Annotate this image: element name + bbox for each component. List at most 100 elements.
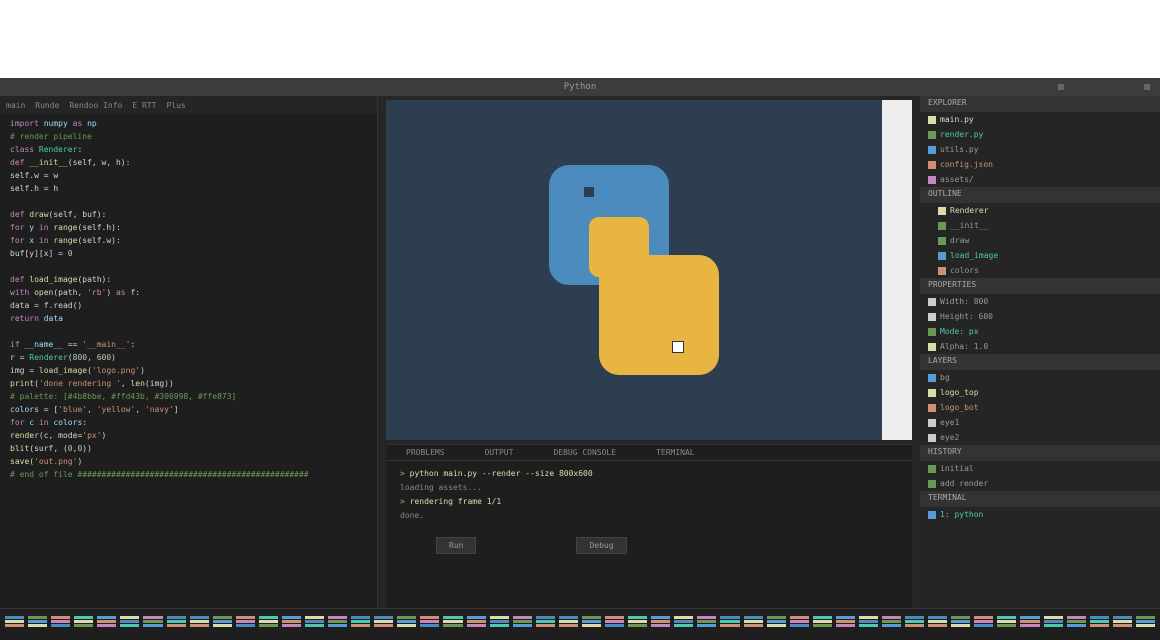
code-line[interactable]: if __name__ == '__main__': bbox=[10, 339, 367, 351]
panel-item[interactable]: initial bbox=[920, 461, 1160, 476]
panel-item[interactable]: add render bbox=[920, 476, 1160, 491]
code-line[interactable] bbox=[10, 261, 367, 273]
panel-item[interactable]: logo_top bbox=[920, 385, 1160, 400]
timeline-thumbnail[interactable] bbox=[858, 615, 879, 635]
timeline-thumbnail[interactable] bbox=[950, 615, 971, 635]
timeline-thumbnail[interactable] bbox=[927, 615, 948, 635]
code-line[interactable]: class Renderer: bbox=[10, 144, 367, 156]
panel-item[interactable]: main.py bbox=[920, 112, 1160, 127]
timeline-thumbnail[interactable] bbox=[50, 615, 71, 635]
timeline-thumbnail[interactable] bbox=[73, 615, 94, 635]
panel-item[interactable]: utils.py bbox=[920, 142, 1160, 157]
code-line[interactable]: data = f.read() bbox=[10, 300, 367, 312]
panel-terminal-header[interactable]: TERMINAL bbox=[920, 491, 1160, 507]
timeline-thumbnail[interactable] bbox=[96, 615, 117, 635]
code-line[interactable]: return data bbox=[10, 313, 367, 325]
timeline-thumbnail[interactable] bbox=[27, 615, 48, 635]
timeline-thumbnail[interactable] bbox=[466, 615, 487, 635]
code-line[interactable]: import numpy as np bbox=[10, 118, 367, 130]
timeline-thumbnail[interactable] bbox=[604, 615, 625, 635]
panel-item[interactable]: Height: 600 bbox=[920, 309, 1160, 324]
timeline-thumbnail[interactable] bbox=[166, 615, 187, 635]
timeline-thumbnail[interactable] bbox=[373, 615, 394, 635]
timeline-thumbnail[interactable] bbox=[442, 615, 463, 635]
timeline-thumbnail[interactable] bbox=[350, 615, 371, 635]
timeline-thumbnail[interactable] bbox=[119, 615, 140, 635]
code-line[interactable]: # render pipeline bbox=[10, 131, 367, 143]
tab-3[interactable]: E RTT bbox=[132, 101, 156, 110]
panel-item[interactable]: eye2 bbox=[920, 430, 1160, 445]
term-tab-debug[interactable]: DEBUG CONSOLE bbox=[553, 448, 616, 457]
timeline-thumbnail[interactable] bbox=[881, 615, 902, 635]
code-line[interactable]: with open(path, 'rb') as f: bbox=[10, 287, 367, 299]
panel-outline-header[interactable]: OUTLINE bbox=[920, 187, 1160, 203]
timeline-bar[interactable] bbox=[0, 608, 1160, 640]
panel-item[interactable]: eye1 bbox=[920, 415, 1160, 430]
panel-properties-header[interactable]: PROPERTIES bbox=[920, 278, 1160, 294]
timeline-thumbnail[interactable] bbox=[258, 615, 279, 635]
panel-item[interactable]: Width: 800 bbox=[920, 294, 1160, 309]
timeline-thumbnail[interactable] bbox=[789, 615, 810, 635]
timeline-thumbnail[interactable] bbox=[535, 615, 556, 635]
code-line[interactable]: def load_image(path): bbox=[10, 274, 367, 286]
code-line[interactable]: self.w = w bbox=[10, 170, 367, 182]
timeline-thumbnail[interactable] bbox=[719, 615, 740, 635]
timeline-thumbnail[interactable] bbox=[304, 615, 325, 635]
timeline-thumbnail[interactable] bbox=[627, 615, 648, 635]
timeline-thumbnail[interactable] bbox=[281, 615, 302, 635]
timeline-thumbnail[interactable] bbox=[1089, 615, 1110, 635]
code-line[interactable]: def __init__(self, w, h): bbox=[10, 157, 367, 169]
timeline-thumbnail[interactable] bbox=[396, 615, 417, 635]
panel-item[interactable]: draw bbox=[920, 233, 1160, 248]
code-editor[interactable]: import numpy as np# render pipelineclass… bbox=[0, 114, 377, 608]
timeline-thumbnail[interactable] bbox=[1019, 615, 1040, 635]
code-line[interactable]: # palette: [#4b8bbe, #ffd43b, #306998, #… bbox=[10, 391, 367, 403]
code-line[interactable]: render(c, mode='px') bbox=[10, 430, 367, 442]
term-tab-output[interactable]: OUTPUT bbox=[485, 448, 514, 457]
panel-item[interactable]: colors bbox=[920, 263, 1160, 278]
code-line[interactable]: def draw(self, buf): bbox=[10, 209, 367, 221]
timeline-thumbnail[interactable] bbox=[327, 615, 348, 635]
run-button[interactable]: Run bbox=[436, 537, 476, 554]
timeline-thumbnail[interactable] bbox=[1043, 615, 1064, 635]
timeline-thumbnail[interactable] bbox=[419, 615, 440, 635]
code-line[interactable]: # end of file ##########################… bbox=[10, 469, 367, 481]
code-line[interactable]: print('done rendering ', len(img)) bbox=[10, 378, 367, 390]
panel-item[interactable]: __init__ bbox=[920, 218, 1160, 233]
code-line[interactable]: for c in colors: bbox=[10, 417, 367, 429]
timeline-thumbnail[interactable] bbox=[142, 615, 163, 635]
code-line[interactable]: for y in range(self.h): bbox=[10, 222, 367, 234]
timeline-thumbnail[interactable] bbox=[1112, 615, 1133, 635]
panel-item[interactable]: 1: python bbox=[920, 507, 1160, 522]
panel-item[interactable]: render.py bbox=[920, 127, 1160, 142]
panel-explorer-header[interactable]: EXPLORER bbox=[920, 96, 1160, 112]
term-tab-terminal[interactable]: TERMINAL bbox=[656, 448, 695, 457]
code-line[interactable]: save('out.png') bbox=[10, 456, 367, 468]
timeline-thumbnail[interactable] bbox=[973, 615, 994, 635]
code-line[interactable]: r = Renderer(800, 600) bbox=[10, 352, 367, 364]
window-control-max-icon[interactable] bbox=[1144, 84, 1150, 90]
timeline-thumbnail[interactable] bbox=[650, 615, 671, 635]
timeline-thumbnail[interactable] bbox=[189, 615, 210, 635]
timeline-thumbnail[interactable] bbox=[235, 615, 256, 635]
timeline-thumbnail[interactable] bbox=[696, 615, 717, 635]
timeline-thumbnail[interactable] bbox=[743, 615, 764, 635]
code-line[interactable]: for x in range(self.w): bbox=[10, 235, 367, 247]
code-line[interactable] bbox=[10, 326, 367, 338]
panel-item[interactable]: Renderer bbox=[920, 203, 1160, 218]
panel-item[interactable]: logo_bot bbox=[920, 400, 1160, 415]
timeline-thumbnail[interactable] bbox=[1135, 615, 1156, 635]
panel-layers-header[interactable]: LAYERS bbox=[920, 354, 1160, 370]
panel-history-header[interactable]: HISTORY bbox=[920, 445, 1160, 461]
panel-item[interactable]: config.json bbox=[920, 157, 1160, 172]
timeline-thumbnail[interactable] bbox=[489, 615, 510, 635]
code-line[interactable]: buf[y][x] = 0 bbox=[10, 248, 367, 260]
code-line[interactable] bbox=[10, 196, 367, 208]
timeline-thumbnail[interactable] bbox=[1066, 615, 1087, 635]
timeline-thumbnail[interactable] bbox=[512, 615, 533, 635]
tab-2[interactable]: Rendoo Info bbox=[69, 101, 122, 110]
code-line[interactable]: img = load_image('logo.png') bbox=[10, 365, 367, 377]
timeline-thumbnail[interactable] bbox=[996, 615, 1017, 635]
timeline-thumbnail[interactable] bbox=[673, 615, 694, 635]
timeline-thumbnail[interactable] bbox=[835, 615, 856, 635]
